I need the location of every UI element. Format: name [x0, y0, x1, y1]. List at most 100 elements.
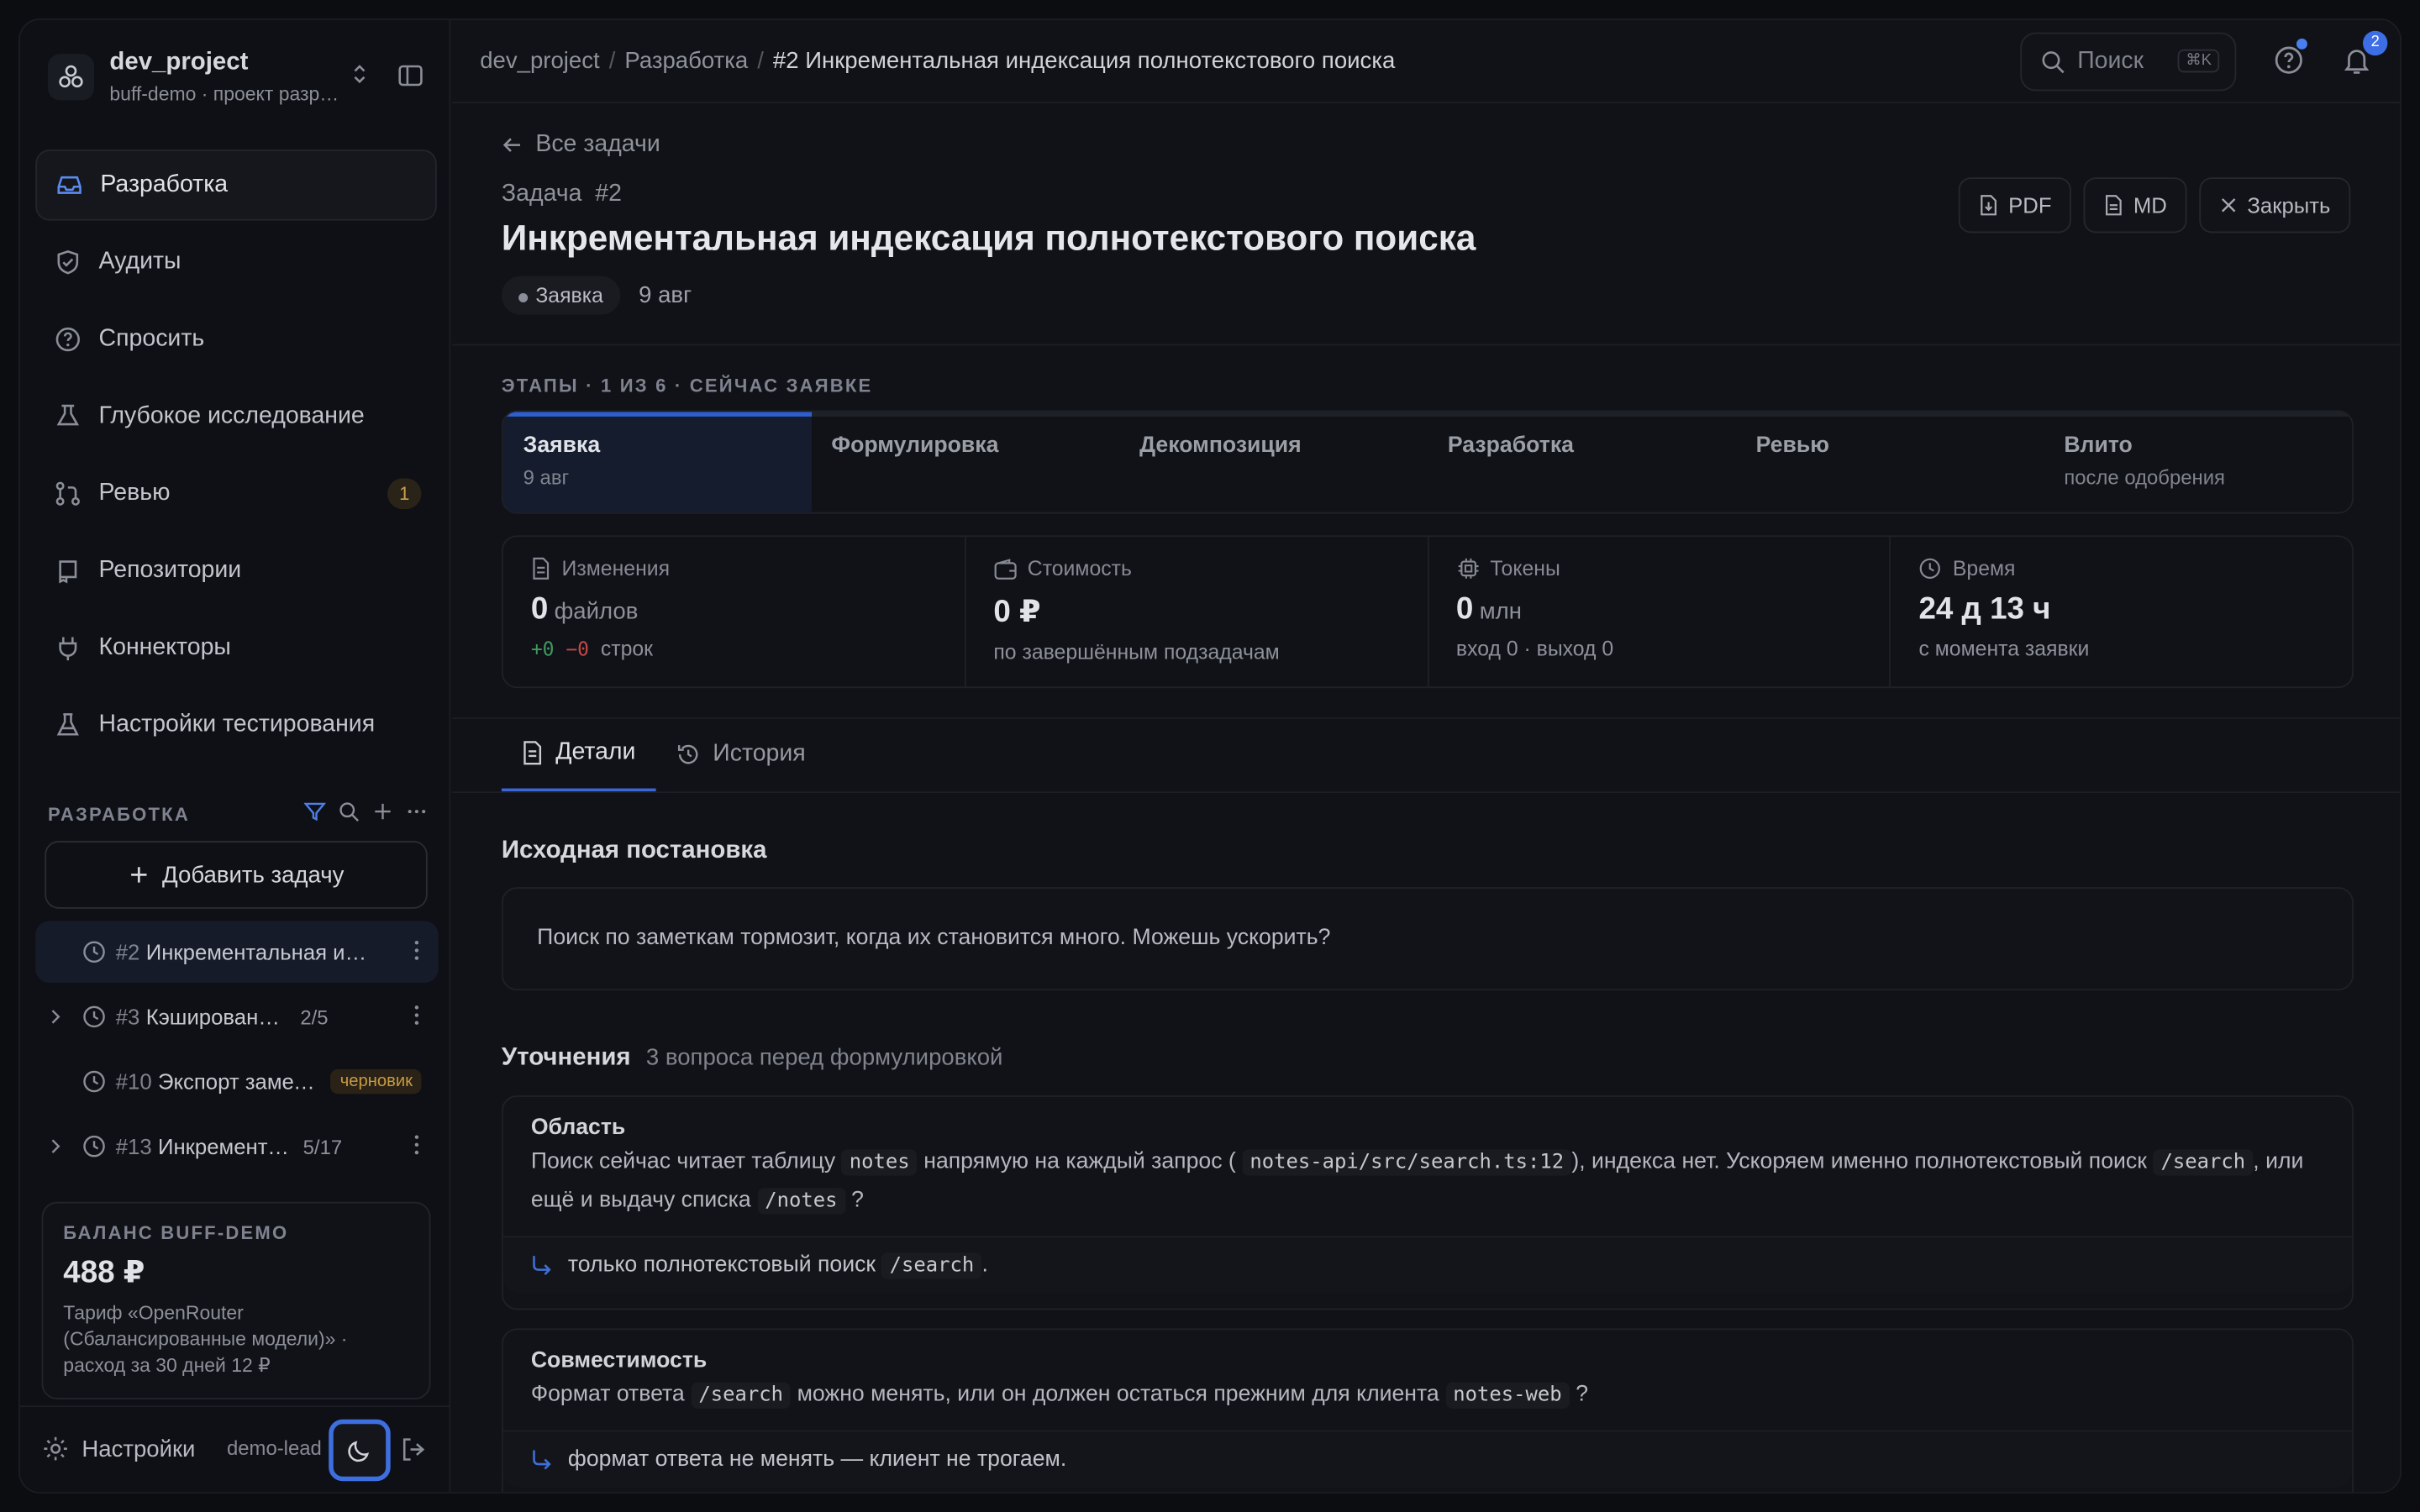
task-item[interactable]: #13 Инкрементальная индексация 5/17 [35, 1116, 438, 1177]
nav-label: Аудиты [98, 248, 182, 275]
question-text-part: Формат ответа [530, 1382, 685, 1408]
nav-label: Коннекторы [98, 633, 231, 661]
logout-icon[interactable] [400, 1436, 426, 1462]
stage-item[interactable]: Декомпозиция [1119, 412, 1428, 512]
export-md-button[interactable]: MD [2084, 177, 2187, 234]
more-icon[interactable] [406, 801, 428, 822]
task-list: #2 Инкрементальная индексация полнотекст… [35, 921, 439, 1181]
nav-label: Репозитории [98, 557, 242, 584]
task-menu-icon[interactable] [413, 1134, 419, 1156]
task-status-row: Заявка 9 авг [501, 276, 692, 315]
task-title: Инкрементальная индексация [158, 1133, 294, 1159]
task-item[interactable]: #10 Экспорт заметок черновик [35, 1051, 438, 1112]
settings-button[interactable]: Настройки [42, 1435, 196, 1462]
balance-amount: 488 ₽ [63, 1256, 145, 1290]
question-text-part: ), индекса нет. Ускоряем именно полнотек… [1571, 1149, 2147, 1174]
gear-icon [42, 1435, 70, 1462]
search-button[interactable]: Поиск ⌘K [2020, 32, 2237, 92]
breadcrumb-project[interactable]: dev_project [480, 48, 599, 74]
file-icon [531, 557, 551, 580]
metric-footer: строк [600, 637, 654, 661]
task-date: 9 авг [639, 282, 692, 309]
task-title: Экспорт заметок [158, 1068, 319, 1095]
nav-item-repositories[interactable]: Репозитории [35, 535, 437, 606]
plus-icon[interactable] [372, 801, 394, 822]
stage-item[interactable]: Влито после одобрения [2044, 412, 2352, 512]
export-pdf-button[interactable]: PDF [1959, 177, 2072, 234]
task-menu-icon[interactable] [413, 1005, 419, 1026]
divider [452, 344, 2401, 346]
answer-row: формат ответа не менять — клиент не трог… [502, 1430, 2353, 1488]
project-name: dev_project [109, 49, 249, 76]
close-label: Закрыть [2247, 192, 2331, 218]
balance-label: БАЛАНС BUFF-DEMO [63, 1221, 289, 1244]
metric-value: 24 д 13 ч [1918, 592, 2051, 627]
nav-item-ask[interactable]: Спросить [35, 304, 437, 375]
notifications-bell-icon[interactable]: 2 [2341, 30, 2388, 76]
nav-item-deep-research[interactable]: Глубокое исследование [35, 381, 437, 452]
nav-item-test-settings[interactable]: Настройки тестирования [35, 690, 437, 760]
task-menu-icon[interactable] [413, 940, 419, 962]
balance-card: БАЛАНС BUFF-DEMO 488 ₽ Тариф «OpenRouter… [41, 1201, 431, 1399]
breadcrumb-section[interactable]: Разработка [624, 48, 748, 74]
metric-title: Время [1952, 557, 2016, 580]
lines-removed: −0 [566, 637, 589, 661]
chevron-right-icon[interactable] [48, 1009, 70, 1024]
task-number: #3 [115, 1004, 140, 1030]
collapse-sidebar-icon[interactable] [397, 61, 424, 89]
balance-description: Тариф «OpenRouter (Сбалансированные моде… [63, 1302, 348, 1377]
question-icon [54, 326, 82, 354]
project-subtitle: buff-demo · проект разработки [109, 83, 341, 105]
stage-item[interactable]: Разработка [1428, 412, 1736, 512]
tab-history[interactable]: История [655, 717, 825, 791]
close-task-button[interactable]: Закрыть [2199, 177, 2351, 234]
stage-item[interactable]: Ревью [1736, 412, 2044, 512]
question-text: Формат ответа /search можно менять, или … [531, 1376, 2324, 1415]
stages-progress: Заявка 9 авг Формулировка Декомпозиция Ра… [501, 410, 2354, 514]
nav-item-development[interactable]: Разработка [35, 150, 437, 221]
settings-label: Настройки [82, 1436, 196, 1462]
stage-name: Ревью [1755, 433, 1830, 459]
clarification-card: Область Поиск сейчас читает таблицу note… [501, 1095, 2354, 1310]
main-content: dev_project / Разработка / #2 Инкрементальна… [452, 19, 2401, 1493]
chevron-right-icon[interactable] [48, 1138, 70, 1153]
inbox-icon [55, 171, 83, 199]
doc-icon [522, 741, 544, 765]
sidebar-footer: Настройки demo-lead [19, 1405, 451, 1492]
answer-row: только полнотекстовый поиск /search. [502, 1236, 2353, 1294]
search-icon[interactable] [338, 801, 360, 822]
help-icon[interactable] [2273, 38, 2307, 76]
chevron-updown-icon[interactable] [350, 61, 369, 86]
theme-toggle-button[interactable] [329, 1419, 391, 1482]
nav-item-review[interactable]: Ревью 1 [35, 458, 437, 528]
stage-name: Заявка [523, 433, 601, 459]
breadcrumb: dev_project / Разработка / #2 Инкрементальна… [480, 47, 1396, 75]
plus-icon [129, 864, 150, 886]
nav-item-connectors[interactable]: Коннекторы [35, 612, 437, 683]
tab-details[interactable]: Детали [501, 717, 656, 792]
stage-item[interactable]: Заявка 9 авг [502, 412, 812, 512]
page-title: Инкрементальная индексация полнотекстово… [501, 217, 1476, 258]
arrow-left-icon [502, 134, 523, 156]
question-text-part: Поиск сейчас читает таблицу [530, 1149, 836, 1174]
nav-item-audits[interactable]: Аудиты [35, 227, 437, 297]
task-item[interactable]: #2 Инкрементальная индексация полнотекст… [35, 921, 439, 983]
section-title: РАЗРАБОТКА [47, 803, 190, 826]
metric-unit: файлов [554, 598, 639, 625]
project-switcher[interactable]: dev_project buff-demo · проект разработк… [47, 49, 428, 107]
task-item[interactable]: #3 Кэширование ответов 2/5 [35, 986, 438, 1047]
draft-badge: черновик [330, 1068, 423, 1095]
metric-footer: по завершённым подзадачам [993, 640, 1280, 664]
back-to-all-tasks-link[interactable]: Все задачи [502, 131, 660, 159]
original-request-card: Поиск по заметкам тормозит, когда их ста… [501, 887, 2354, 991]
question-title: Область [530, 1115, 626, 1141]
project-logo-icon [47, 54, 95, 101]
clarifications-title: Уточнения [501, 1044, 631, 1071]
stage-item[interactable]: Формулировка [812, 412, 1120, 512]
task-label-text: Задача [501, 180, 582, 207]
filter-icon[interactable] [303, 801, 326, 822]
add-task-button[interactable]: Добавить задачу [45, 841, 428, 909]
file-download-icon [1979, 194, 1999, 216]
question-title: Совместимость [530, 1348, 708, 1373]
history-icon [676, 742, 700, 766]
